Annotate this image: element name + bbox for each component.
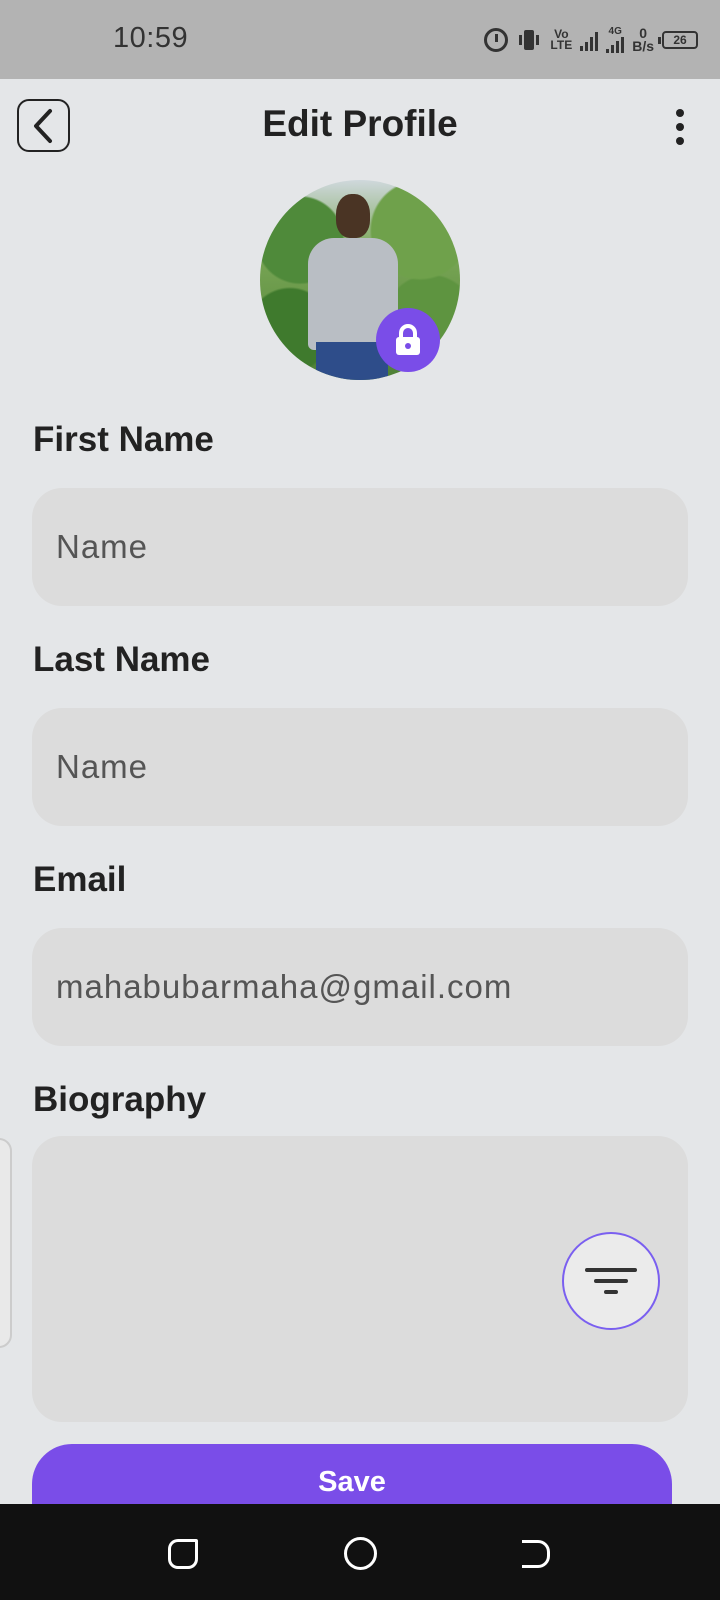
- status-bar: 10:59 Vo LTE 4G 0 B/s 26: [0, 0, 720, 79]
- email-input[interactable]: [56, 928, 664, 1046]
- last-name-label: Last Name: [33, 640, 211, 679]
- data-rate: 0 B/s: [632, 26, 654, 54]
- data-rate-unit: B/s: [632, 38, 654, 54]
- first-name-label: First Name: [33, 420, 214, 459]
- volte-bottom-text: LTE: [550, 38, 573, 52]
- battery-icon: 26: [658, 31, 698, 49]
- avatar-person-head: [336, 194, 370, 238]
- alarm-icon: [484, 28, 509, 52]
- system-nav-bar: [0, 1504, 720, 1600]
- edge-panel-handle[interactable]: [0, 1138, 12, 1348]
- email-field-box: [32, 928, 688, 1046]
- volte-indicator: Vo LTE: [550, 28, 573, 52]
- last-name-input[interactable]: [56, 708, 664, 826]
- home-icon[interactable]: [344, 1537, 377, 1570]
- first-name-field-box: [32, 488, 688, 606]
- signal-sim2-icon: [606, 37, 625, 53]
- lock-icon: [396, 324, 420, 355]
- biography-label: Biography: [33, 1080, 207, 1119]
- status-time: 10:59: [113, 22, 189, 54]
- filter-button[interactable]: [562, 1232, 660, 1330]
- first-name-input[interactable]: [56, 488, 664, 606]
- network-type: 4G: [608, 26, 622, 37]
- email-label: Email: [33, 860, 127, 899]
- back-nav-icon[interactable]: [522, 1540, 550, 1568]
- page-title: Edit Profile: [262, 103, 458, 144]
- recent-apps-icon[interactable]: [168, 1539, 198, 1569]
- vibrate-icon: [516, 28, 542, 52]
- avatar-lock-button[interactable]: [376, 308, 440, 372]
- last-name-field-box: [32, 708, 688, 826]
- signal-sim1-icon: [580, 29, 599, 51]
- save-button-label: Save: [318, 1466, 386, 1498]
- status-icons: Vo LTE 4G 0 B/s 26: [484, 24, 698, 56]
- more-vert-icon[interactable]: [664, 107, 696, 147]
- signal-sim2-group: 4G: [606, 26, 625, 53]
